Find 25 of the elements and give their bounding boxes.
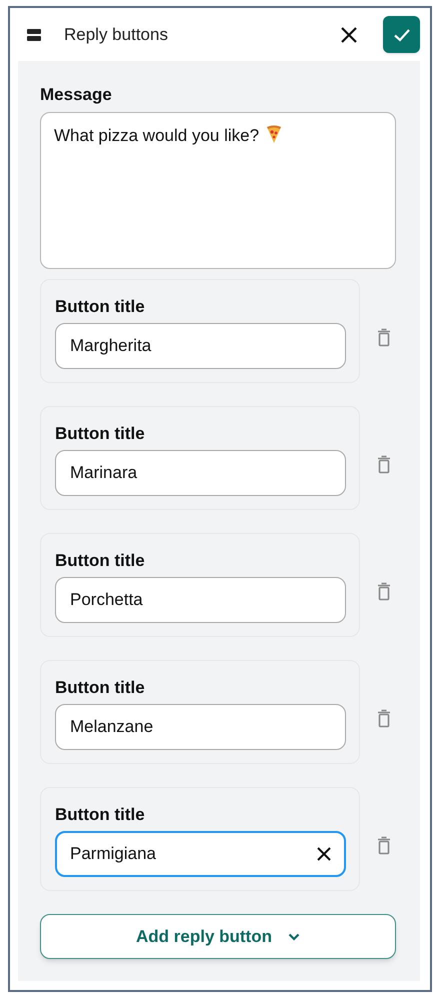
close-icon: [340, 26, 358, 44]
title-field[interactable]: Margherita: [55, 323, 346, 369]
pizza-slice-icon: [265, 124, 284, 144]
clear-icon[interactable]: [316, 846, 332, 862]
field-label: Button title: [55, 804, 146, 826]
field-label: Button title: [55, 677, 146, 699]
confirm-button[interactable]: [383, 16, 420, 53]
trash-icon[interactable]: [377, 836, 391, 854]
trash-icon[interactable]: [377, 454, 391, 474]
title-field[interactable]: Melanzane: [55, 704, 346, 750]
message-field[interactable]: What pizza would you like?: [40, 112, 396, 269]
field-label: Button title: [55, 296, 146, 318]
chevron-down-icon: [288, 932, 300, 940]
panel-title: Reply buttons: [64, 24, 168, 46]
add-reply-button[interactable]: Add reply button: [40, 914, 396, 959]
panel-icon: [26, 26, 42, 42]
trash-icon[interactable]: [377, 328, 391, 346]
trash-icon[interactable]: [377, 708, 391, 728]
field-label: Button title: [55, 423, 146, 445]
field-label: Button title: [55, 550, 146, 572]
trash-icon[interactable]: [377, 582, 391, 600]
title-field[interactable]: Parmigiana: [55, 831, 346, 877]
title-field[interactable]: Porchetta: [55, 577, 346, 623]
title-field[interactable]: Marinara: [55, 450, 346, 496]
field-label: Message: [40, 84, 113, 106]
